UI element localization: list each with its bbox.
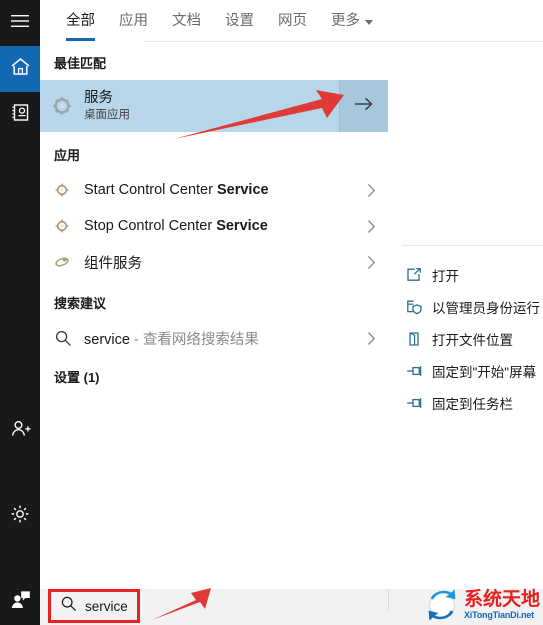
tab-apps[interactable]: 应用 bbox=[107, 11, 160, 31]
action-open[interactable]: 打开 bbox=[388, 259, 543, 291]
person-add-icon bbox=[10, 420, 31, 444]
app-label-match: Service bbox=[216, 182, 269, 198]
context-actions-list: 打开 以管理员身份运行 打开文件位置 固定到"开始"屏幕 固定到任务栏 bbox=[388, 259, 543, 419]
action-open-file-location-label: 打开文件位置 bbox=[432, 333, 513, 348]
watermark-name-en: XiTongTianDi.net bbox=[464, 610, 534, 620]
folder-location-icon bbox=[406, 331, 432, 347]
app-label-match: Service bbox=[216, 218, 268, 234]
app-result-label: Stop Control Center Service bbox=[84, 218, 354, 234]
suggestion-result-row[interactable]: service - 查看网络搜索结果 bbox=[40, 320, 388, 356]
preview-actions-divider bbox=[402, 245, 543, 246]
rail-item-hamburger-menu[interactable] bbox=[0, 0, 40, 46]
action-open-label: 打开 bbox=[432, 269, 459, 284]
best-match-heading: 最佳匹配 bbox=[54, 56, 107, 71]
rail-item-feedback[interactable] bbox=[0, 579, 40, 625]
tab-documents-label: 文档 bbox=[172, 13, 201, 29]
globe-arrows-logo bbox=[425, 586, 461, 625]
action-pin-to-taskbar-label: 固定到任务栏 bbox=[432, 397, 513, 412]
hamburger-icon bbox=[11, 14, 29, 33]
app-label-prefix: Start Control Center bbox=[84, 182, 217, 198]
tab-more-label: 更多 bbox=[331, 13, 360, 29]
preview-panel: 打开 以管理员身份运行 打开文件位置 固定到"开始"屏幕 固定到任务栏 bbox=[388, 42, 543, 589]
suggestions-heading: 搜索建议 bbox=[54, 296, 107, 311]
tab-apps-label: 应用 bbox=[119, 13, 148, 29]
app-result-row[interactable]: Stop Control Center Service bbox=[40, 208, 388, 244]
action-run-as-administrator[interactable]: 以管理员身份运行 bbox=[388, 291, 543, 323]
tab-all[interactable]: 全部 bbox=[54, 11, 107, 41]
search-icon bbox=[54, 329, 84, 347]
search-results-panel: 全部 应用 文档 设置 网页 更多 最佳匹配 服务 桌面应用 应用 Start … bbox=[40, 0, 543, 589]
open-icon bbox=[406, 267, 432, 283]
chevron-right-icon[interactable] bbox=[354, 219, 388, 234]
search-icon bbox=[60, 595, 77, 617]
app-label-prefix: 组件服务 bbox=[84, 255, 142, 272]
tab-all-label: 全部 bbox=[66, 13, 95, 29]
app-gear-icon bbox=[54, 218, 84, 234]
feedback-person-icon bbox=[10, 590, 31, 614]
pin-icon bbox=[406, 364, 432, 378]
app-result-label: 组件服务 bbox=[84, 252, 354, 273]
apps-heading: 应用 bbox=[54, 148, 81, 163]
app-gear-icon bbox=[54, 182, 84, 198]
settings-section-heading: 设置 (1) bbox=[54, 370, 100, 385]
results-content: 最佳匹配 服务 桌面应用 应用 Start Control Center Ser… bbox=[40, 42, 543, 589]
best-match-title: 服务 bbox=[84, 89, 113, 106]
tab-documents[interactable]: 文档 bbox=[160, 11, 213, 31]
best-match-result-row[interactable]: 服务 桌面应用 bbox=[40, 80, 388, 132]
rail-item-home[interactable] bbox=[0, 46, 40, 92]
notebook-icon bbox=[11, 103, 30, 127]
rail-item-account[interactable] bbox=[0, 409, 40, 455]
shield-run-icon bbox=[406, 299, 432, 315]
chevron-down-icon bbox=[365, 19, 373, 25]
app-result-label: Start Control Center Service bbox=[84, 182, 354, 198]
action-run-as-administrator-label: 以管理员身份运行 bbox=[432, 301, 540, 316]
left-navigation-rail bbox=[0, 0, 40, 625]
chevron-right-icon[interactable] bbox=[354, 183, 388, 198]
chevron-right-icon[interactable] bbox=[354, 331, 388, 346]
tab-more[interactable]: 更多 bbox=[319, 11, 385, 31]
suggestion-separator: - bbox=[129, 331, 143, 348]
app-result-row[interactable]: Start Control Center Service bbox=[40, 172, 388, 208]
app-label-prefix: Stop Control Center bbox=[84, 218, 217, 234]
action-pin-to-start[interactable]: 固定到"开始"屏幕 bbox=[388, 355, 543, 387]
action-open-file-location[interactable]: 打开文件位置 bbox=[388, 323, 543, 355]
action-pin-to-start-label: 固定到"开始"屏幕 bbox=[432, 365, 537, 380]
chevron-right-icon[interactable] bbox=[354, 255, 388, 270]
pin-icon bbox=[406, 396, 432, 410]
taskbar-search-input[interactable]: service bbox=[52, 591, 140, 621]
tab-settings-label: 设置 bbox=[225, 13, 254, 29]
tab-web-label: 网页 bbox=[278, 13, 307, 29]
home-icon bbox=[10, 57, 31, 81]
suggestion-label: service - 查看网络搜索结果 bbox=[84, 328, 354, 349]
taskbar-divider bbox=[388, 589, 389, 611]
gear-icon bbox=[10, 504, 30, 529]
tab-web[interactable]: 网页 bbox=[266, 11, 319, 31]
suggestion-query: service bbox=[84, 331, 130, 348]
taskbar-search-value: service bbox=[85, 598, 128, 614]
rail-item-settings[interactable] bbox=[0, 493, 40, 539]
filter-tab-strip: 全部 应用 文档 设置 网页 更多 bbox=[40, 0, 543, 42]
services-gear-icon bbox=[40, 94, 84, 118]
component-services-icon bbox=[54, 254, 84, 270]
best-match-expand-button[interactable] bbox=[339, 80, 388, 132]
suggestion-hint: 查看网络搜索结果 bbox=[142, 331, 259, 348]
app-result-row[interactable]: 组件服务 bbox=[40, 244, 388, 280]
arrow-right-icon bbox=[353, 96, 375, 117]
results-column: 最佳匹配 服务 桌面应用 应用 Start Control Center Ser… bbox=[40, 42, 388, 589]
tab-settings[interactable]: 设置 bbox=[213, 11, 266, 31]
watermark-name-cn: 系统天地 bbox=[464, 588, 541, 610]
watermark-text: 系统天地 XiTongTianDi.net bbox=[464, 590, 540, 620]
rail-item-documents[interactable] bbox=[0, 92, 40, 138]
action-pin-to-taskbar[interactable]: 固定到任务栏 bbox=[388, 387, 543, 419]
search-flyout-window: 全部 应用 文档 设置 网页 更多 最佳匹配 服务 桌面应用 应用 Start … bbox=[0, 0, 543, 625]
site-watermark: 系统天地 XiTongTianDi.net bbox=[425, 585, 543, 625]
best-match-subtitle: 桌面应用 bbox=[84, 108, 130, 121]
best-match-text: 服务 桌面应用 bbox=[84, 90, 339, 123]
